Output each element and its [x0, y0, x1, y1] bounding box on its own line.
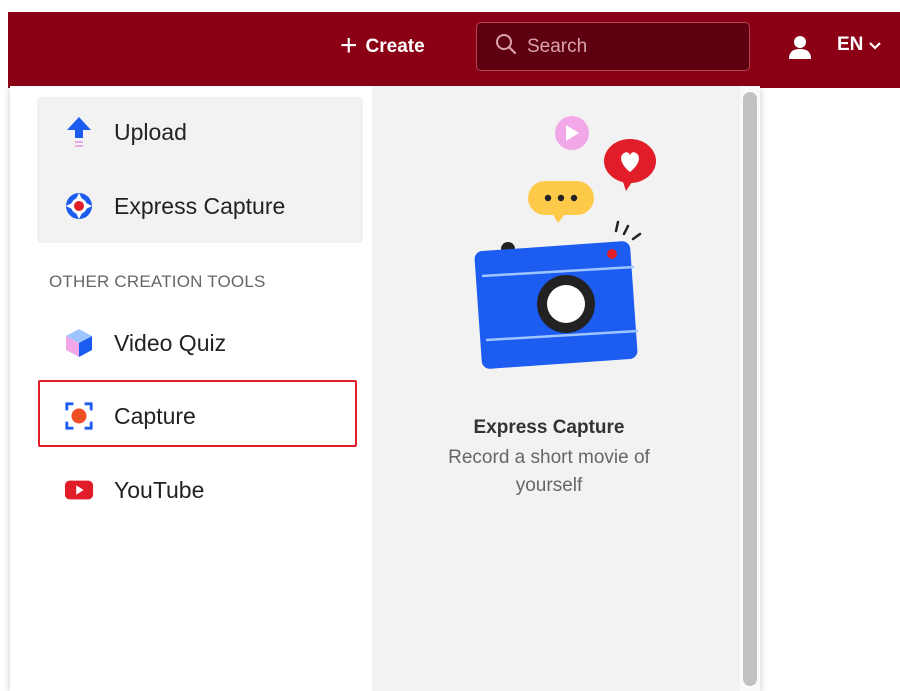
heart-bubble-icon [604, 139, 656, 191]
chat-bubble-icon [528, 181, 594, 223]
search-input[interactable] [527, 35, 727, 58]
preview-panel: Express Capture Record a short movie of … [372, 86, 740, 691]
menu-list: Upload Express Capture OTHER CREATION TO… [10, 86, 372, 691]
user-icon[interactable] [788, 34, 812, 65]
create-label: Create [365, 36, 425, 57]
menu-item-label: Capture [114, 402, 196, 429]
scrollbar-track[interactable] [740, 86, 760, 691]
create-dropdown-menu: Upload Express Capture OTHER CREATION TO… [10, 86, 760, 691]
menu-item-express-capture[interactable]: Express Capture [64, 191, 285, 221]
search-box[interactable] [476, 22, 750, 71]
menu-item-youtube[interactable]: YouTube [64, 475, 204, 505]
youtube-icon [64, 475, 94, 505]
play-bubble-icon [555, 116, 589, 150]
menu-item-label: Video Quiz [114, 329, 227, 356]
record-icon [64, 401, 94, 431]
menu-item-label: Upload [114, 118, 187, 145]
menu-item-upload[interactable]: Upload [64, 117, 187, 147]
scrollbar-thumb[interactable] [743, 92, 757, 686]
preview-description: Record a short movie of yourself [448, 447, 650, 496]
camera-with-reactions-illustration [474, 116, 656, 369]
language-selector[interactable]: EN [837, 34, 882, 56]
menu-item-video-quiz[interactable]: Video Quiz [64, 328, 226, 358]
search-icon [495, 33, 517, 60]
language-label: EN [837, 34, 864, 55]
section-label: OTHER CREATION TOOLS [49, 272, 266, 291]
express-capture-icon [64, 191, 94, 221]
menu-item-capture[interactable]: Capture [64, 401, 196, 431]
preview-title: Express Capture [473, 417, 625, 438]
sparkle-lines-icon [614, 220, 642, 241]
create-button[interactable]: + Create [340, 28, 425, 62]
top-navigation-bar: + Create EN [8, 12, 900, 88]
chevron-down-icon [869, 34, 882, 56]
menu-item-label: YouTube [114, 476, 205, 503]
cube-icon [64, 328, 94, 358]
menu-item-label: Express Capture [114, 192, 286, 219]
upload-arrow-icon [64, 117, 94, 147]
plus-icon: + [340, 28, 358, 62]
camera-icon [474, 241, 639, 369]
